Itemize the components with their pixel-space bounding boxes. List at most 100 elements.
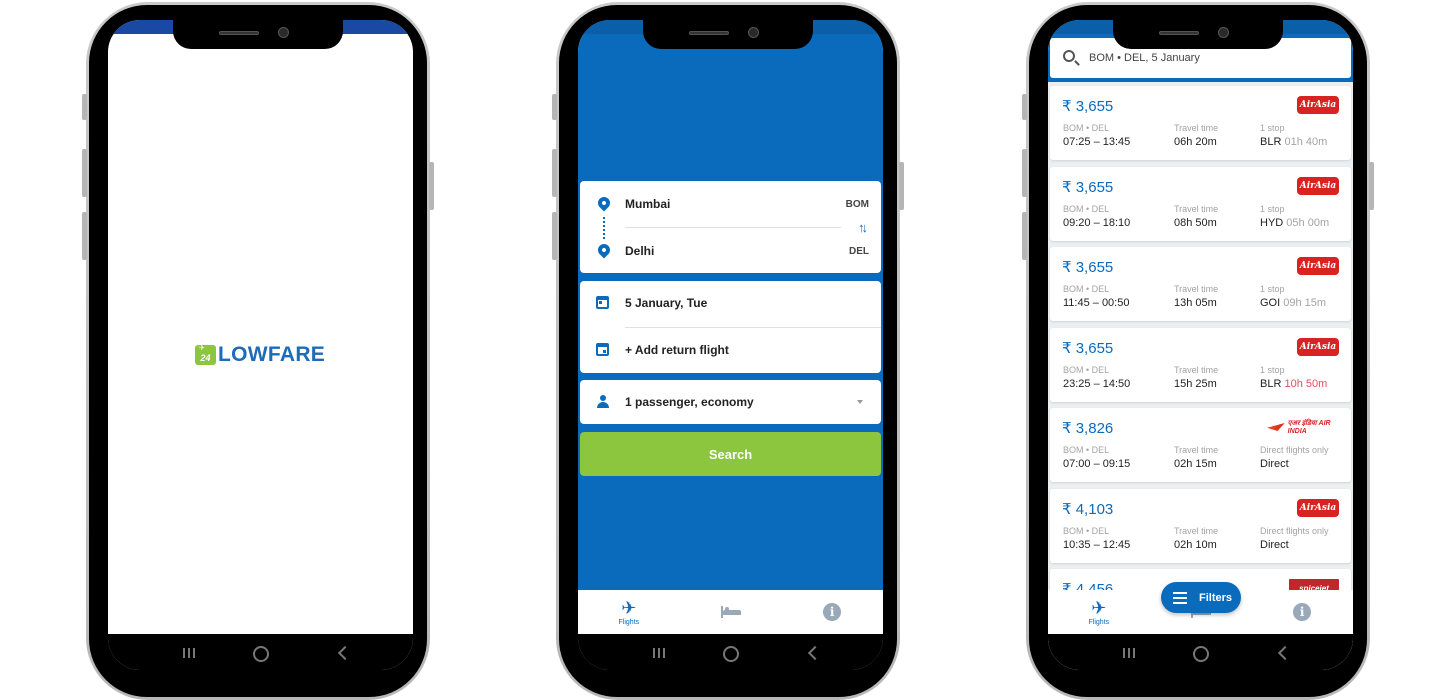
air-india-logo: एअर इंडिया AIR INDIA — [1267, 418, 1339, 436]
layover-duration: 01h 40m — [1284, 136, 1328, 148]
stop-info: GOI 09h 15m — [1260, 297, 1326, 309]
bottom-tab-bar: ✈ Flights i — [578, 590, 883, 634]
stop-info: HYD 05h 00m — [1260, 217, 1329, 229]
flight-price: ₹ 3,655 — [1062, 98, 1114, 115]
flight-card[interactable]: ₹ 3,655 AirAsia BOM • DEL Travel time 1 stop… — [1050, 86, 1351, 160]
airasia-logo: AirAsia — [1297, 257, 1339, 275]
travel-time: 13h 05m — [1174, 297, 1217, 309]
origin-code: BOM — [845, 198, 869, 210]
info-icon: i — [823, 603, 842, 621]
flight-card[interactable]: ₹ 3,655 AirAsia BOM • DEL Travel time 1 stop… — [1050, 247, 1351, 321]
route-label: BOM • DEL — [1063, 123, 1110, 133]
route-card: Mumbai BOM ↑↓ Delhi DEL — [580, 181, 881, 273]
tab-label: Flights — [1088, 619, 1110, 626]
filters-button[interactable]: Filters — [1161, 582, 1241, 613]
tab-flights[interactable]: ✈ Flights — [1048, 590, 1150, 634]
calendar-return-icon — [596, 343, 610, 357]
search-screen: Mumbai BOM ↑↓ Delhi DEL 5 January, Tue +… — [578, 20, 883, 670]
flight-times: 09:20 – 18:10 — [1063, 216, 1131, 229]
route-label: BOM • DEL — [1063, 445, 1110, 455]
tab-label: Flights — [618, 619, 640, 626]
home-icon[interactable] — [253, 646, 269, 662]
back-icon[interactable] — [1277, 645, 1293, 661]
passengers-field[interactable]: 1 passenger, economy — [580, 380, 881, 424]
destination-field[interactable]: Delhi DEL — [580, 241, 881, 261]
recents-icon[interactable] — [653, 648, 665, 658]
airplane-icon: ✈ — [621, 598, 637, 618]
splash-screen: 24 LOWFARE — [108, 20, 413, 670]
swap-vertical-icon[interactable]: ↑↓ — [858, 220, 868, 235]
stop-info: Direct — [1260, 539, 1289, 551]
back-icon[interactable] — [337, 645, 353, 661]
search-query: BOM • DEL, 5 January — [1089, 52, 1200, 64]
power-button — [429, 162, 434, 210]
route-label: BOM • DEL — [1063, 525, 1110, 536]
side-button — [82, 149, 87, 197]
airline-logo-text: AirAsia — [1299, 502, 1337, 513]
airasia-logo: AirAsia — [1297, 96, 1339, 114]
destination-code: DEL — [849, 245, 869, 257]
sliders-icon — [1173, 591, 1187, 604]
flight-times: 23:25 – 14:50 — [1063, 377, 1131, 390]
system-nav-bar — [1048, 634, 1353, 670]
tab-hotels[interactable] — [680, 590, 782, 634]
search-icon — [1063, 50, 1075, 62]
travel-time: 02h 10m — [1174, 538, 1217, 551]
airline-logo-text: एअर इंडिया AIR INDIA — [1287, 420, 1331, 435]
stop-code: BLR — [1260, 377, 1282, 390]
recents-icon[interactable] — [183, 648, 195, 658]
flight-price: ₹ 3,655 — [1062, 178, 1114, 196]
flight-card[interactable]: ₹ 3,655 AirAsia BOM • DEL Travel time 1 stop… — [1050, 166, 1351, 241]
travel-time-label: Travel time — [1174, 364, 1219, 375]
route-dots — [603, 217, 605, 239]
calendar-icon — [596, 296, 610, 310]
dropdown-caret-icon — [857, 400, 863, 404]
airasia-logo: AirAsia — [1297, 176, 1339, 195]
tab-flights[interactable]: ✈ Flights — [578, 590, 680, 634]
filters-label: Filters — [1199, 591, 1233, 604]
stop-info: BLR 10h 50m — [1260, 378, 1327, 390]
airplane-icon: ✈ — [1091, 598, 1107, 618]
dates-card: 5 January, Tue + Add return flight — [580, 281, 881, 373]
side-button — [82, 94, 87, 120]
layover-duration: 05h 00m — [1286, 216, 1330, 229]
stops-label: Direct flights only — [1260, 445, 1329, 455]
travel-time: 06h 20m — [1174, 136, 1217, 148]
flight-card[interactable]: ₹ 3,655 AirAsia BOM • DEL Travel time 1 stop… — [1050, 327, 1351, 402]
travel-time-label: Travel time — [1174, 284, 1219, 294]
airasia-logo: AirAsia — [1297, 498, 1339, 517]
info-icon: i — [1293, 603, 1312, 621]
logo-wordmark: LOWFARE — [218, 343, 326, 366]
stop-code: Direct — [1260, 458, 1289, 470]
flight-card[interactable]: ₹ 4,103 AirAsia BOM • DEL Travel time Direct… — [1050, 488, 1351, 563]
stop-code: GOI — [1260, 297, 1281, 309]
location-pin-icon — [595, 241, 613, 259]
travel-time-label: Travel time — [1174, 445, 1219, 455]
flight-times: 10:35 – 12:45 — [1063, 538, 1131, 551]
search-button[interactable]: Search — [580, 432, 881, 476]
route-label: BOM • DEL — [1063, 284, 1110, 294]
stop-code: BLR — [1260, 136, 1282, 148]
destination-city: Delhi — [625, 244, 655, 258]
app-logo: 24 LOWFARE — [195, 343, 325, 367]
origin-field[interactable]: Mumbai BOM — [580, 194, 881, 214]
depart-date-field[interactable]: 5 January, Tue — [580, 293, 881, 313]
recents-icon[interactable] — [1123, 648, 1135, 658]
person-icon — [596, 395, 610, 409]
tab-info[interactable]: i — [1251, 590, 1353, 634]
app-showcase: 24 LOWFARE — [0, 0, 1440, 700]
depart-date: 5 January, Tue — [625, 296, 708, 310]
hotel-bed-icon — [720, 606, 741, 618]
airline-logo-text: AirAsia — [1299, 100, 1337, 110]
back-icon[interactable] — [807, 645, 823, 661]
logo-badge: 24 — [195, 344, 216, 365]
origin-city: Mumbai — [625, 197, 671, 211]
tab-info[interactable]: i — [781, 590, 883, 634]
layover-duration: 09h 15m — [1283, 297, 1327, 309]
home-icon[interactable] — [723, 646, 739, 662]
add-return-flight[interactable]: + Add return flight — [580, 340, 881, 360]
home-icon[interactable] — [1193, 646, 1209, 662]
travel-time-label: Travel time — [1174, 123, 1219, 133]
flight-card[interactable]: ₹ 3,826 एअर इंडिया AIR INDIA BOM • DEL Trav… — [1050, 408, 1351, 482]
location-pin-icon — [595, 194, 613, 212]
